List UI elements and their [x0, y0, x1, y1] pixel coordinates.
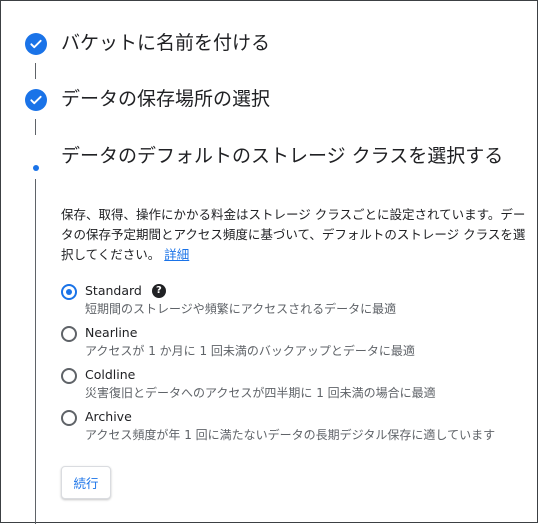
step-title-location[interactable]: データの保存場所の選択 — [61, 85, 270, 114]
step-title-name-bucket[interactable]: バケットに名前を付ける — [61, 29, 270, 58]
option-label: Standard — [85, 283, 142, 298]
storage-class-option-nearline[interactable]: Nearline アクセスが 1 か月に 1 回未満のバックアップとデータに最適 — [61, 324, 415, 360]
learn-more-link[interactable]: 詳細 — [164, 247, 189, 262]
step-connector — [35, 63, 36, 79]
option-label: Archive — [85, 409, 132, 424]
option-description: アクセスが 1 か月に 1 回未満のバックアップとデータに最適 — [85, 344, 415, 358]
option-description: アクセス頻度が年 1 回に満たないデータの長期デジタル保存に適しています — [85, 428, 496, 442]
option-description: 短期間のストレージや頻繁にアクセスされるデータに最適 — [85, 302, 397, 316]
storage-class-option-standard[interactable]: Standard ? 短期間のストレージや頻繁にアクセスされるデータに最適 — [61, 282, 396, 318]
help-icon[interactable]: ? — [151, 284, 166, 298]
stepper-panel: バケットに名前を付ける データの保存場所の選択 データのデフォルトのストレージ … — [0, 0, 538, 524]
option-label: Coldline — [85, 367, 136, 382]
radio-archive[interactable] — [61, 410, 77, 426]
option-description: 災害復旧とデータへのアクセスが四半期に 1 回未満の場合に最適 — [85, 386, 436, 400]
check-circle-icon — [25, 89, 47, 111]
option-label: Nearline — [85, 325, 138, 340]
radio-standard[interactable] — [61, 284, 77, 300]
continue-button[interactable]: 続行 — [61, 466, 111, 499]
step-connector — [35, 179, 36, 524]
radio-coldline[interactable] — [61, 368, 77, 384]
storage-class-option-archive[interactable]: Archive アクセス頻度が年 1 回に満たないデータの長期デジタル保存に適し… — [61, 408, 495, 444]
step-title-storage-class: データのデフォルトのストレージ クラスを選択する — [61, 145, 504, 167]
dot-icon — [33, 165, 39, 171]
storage-class-option-coldline[interactable]: Coldline 災害復旧とデータへのアクセスが四半期に 1 回未満の場合に最適 — [61, 366, 436, 402]
description-text: 保存、取得、操作にかかる料金はストレージ クラスごとに設定されています。データの… — [61, 207, 526, 262]
check-circle-icon — [25, 33, 47, 55]
step-description: 保存、取得、操作にかかる料金はストレージ クラスごとに設定されています。データの… — [61, 205, 531, 265]
radio-nearline[interactable] — [61, 326, 77, 342]
step-connector — [35, 119, 36, 135]
